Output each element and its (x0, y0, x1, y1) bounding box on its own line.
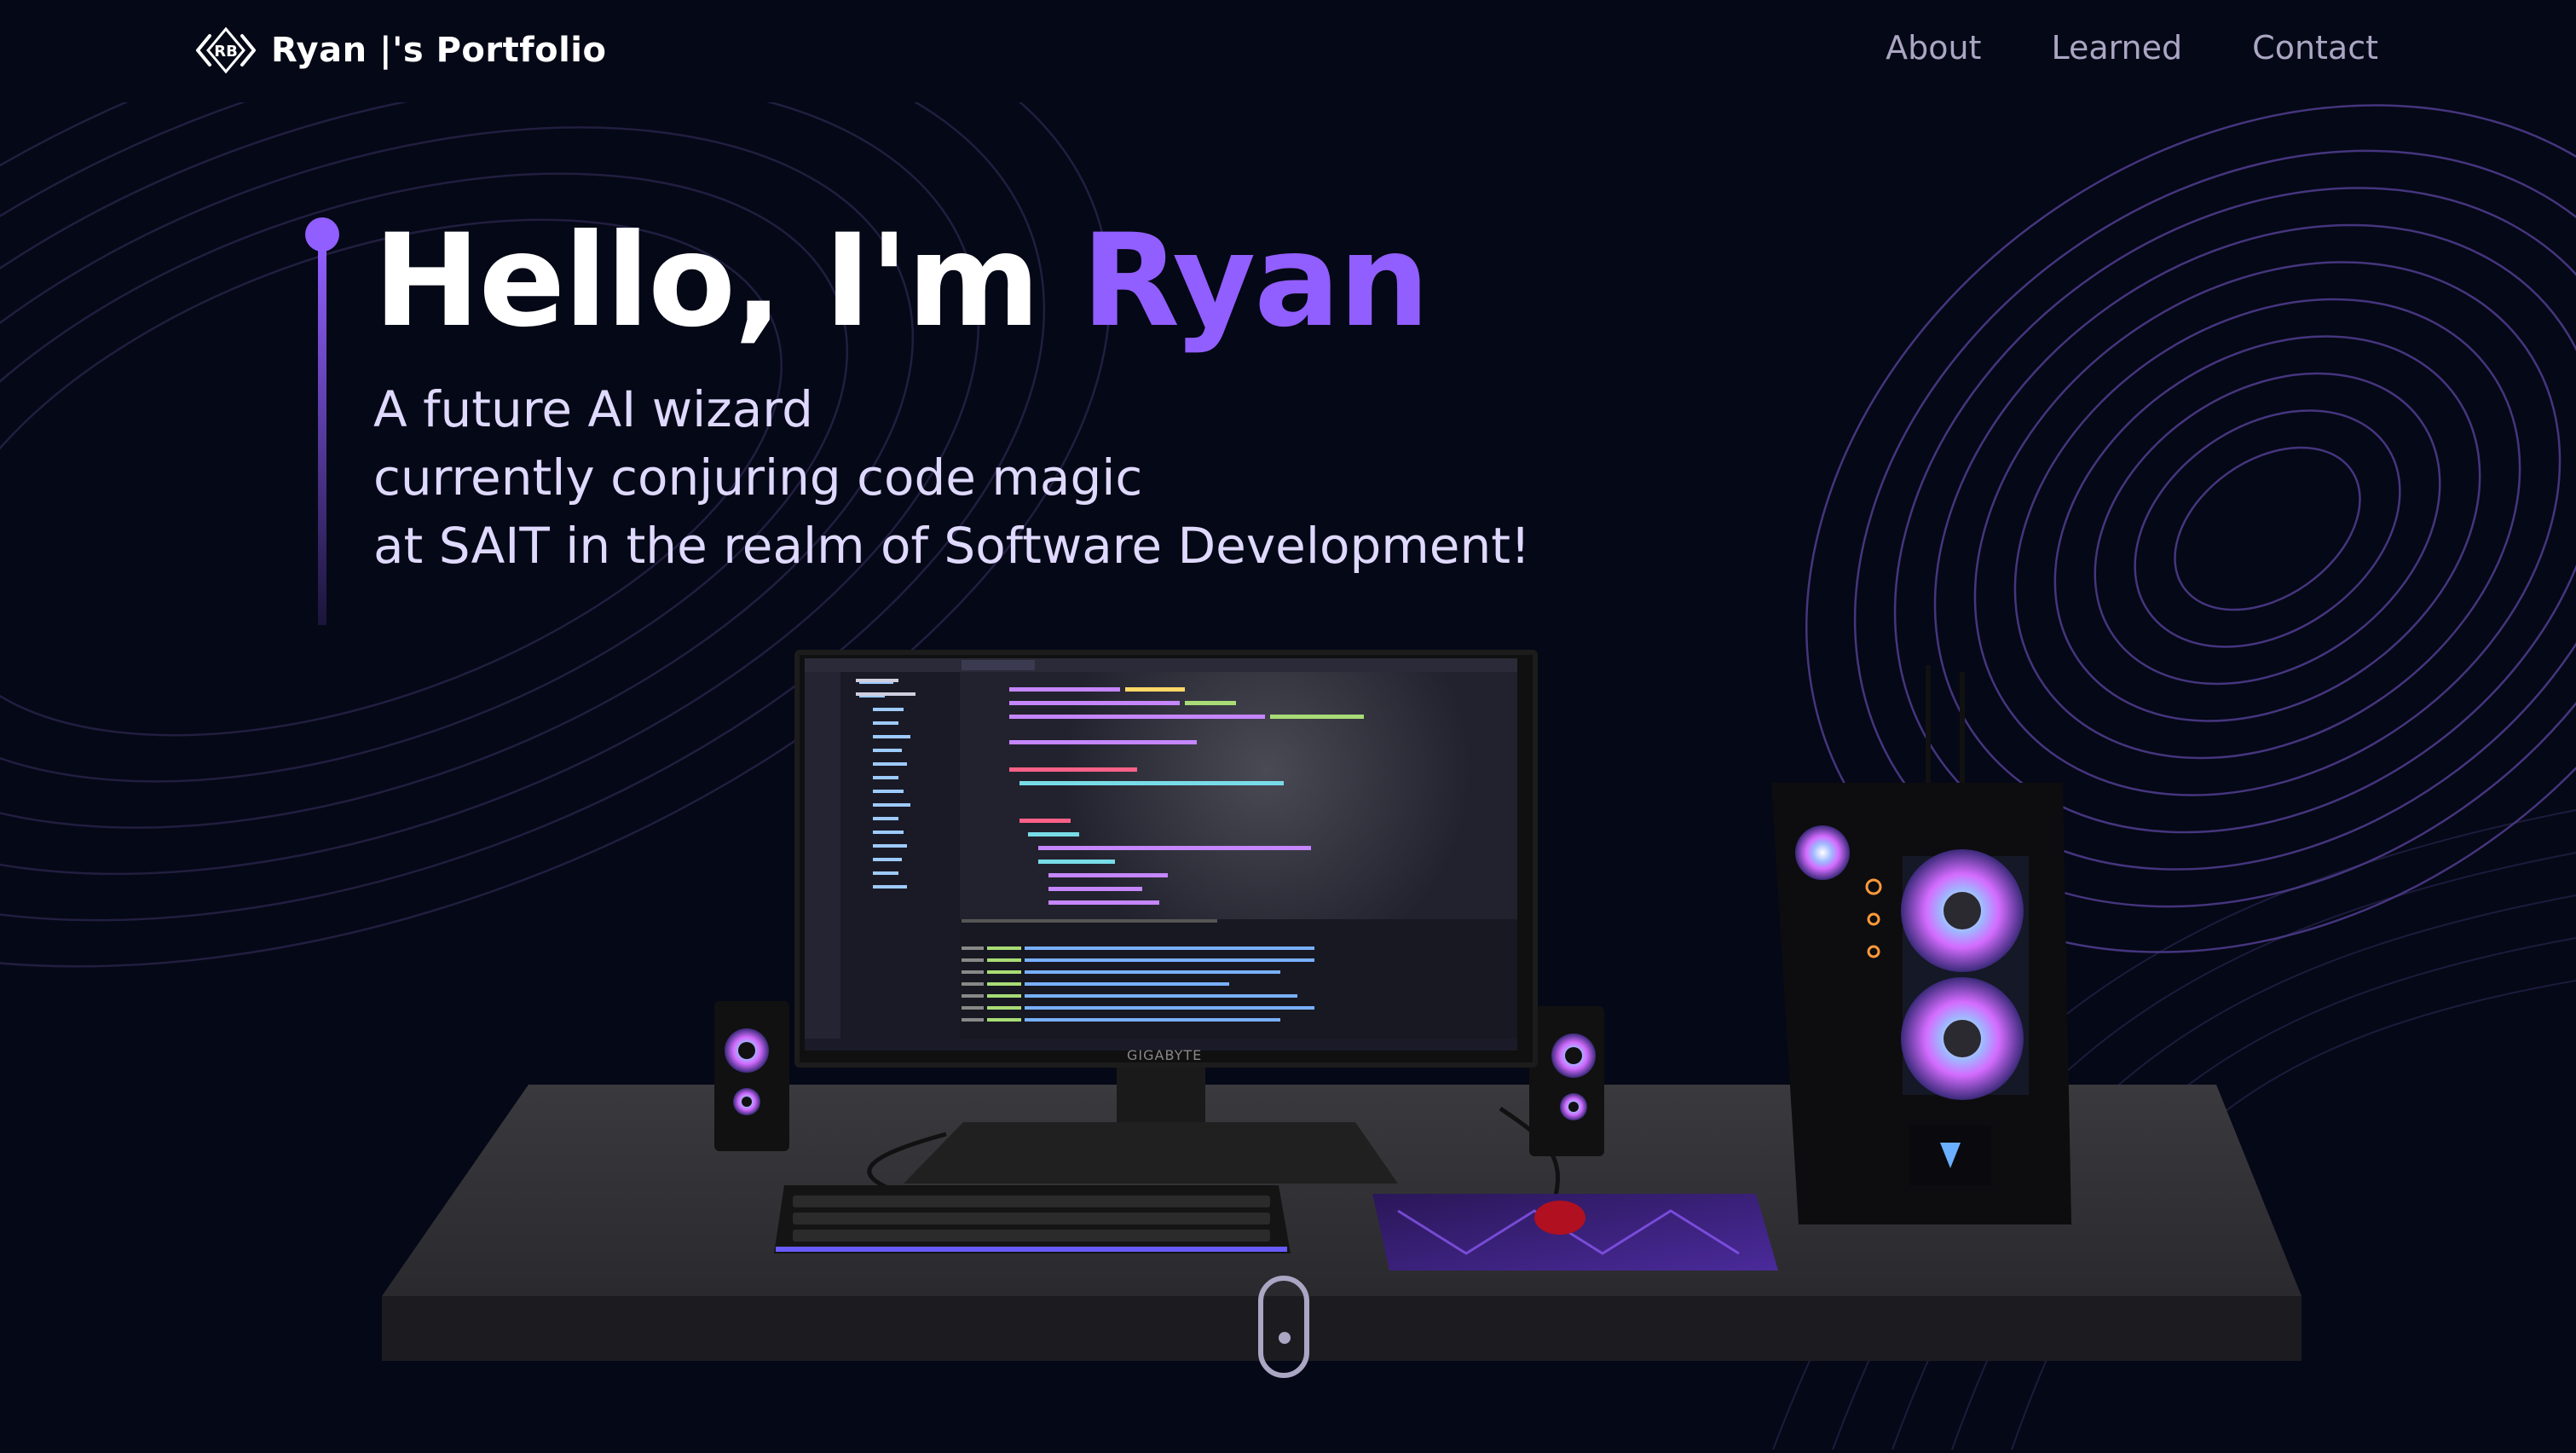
nav-link-about[interactable]: About (1886, 29, 1981, 67)
hero-name: Ryan (1081, 207, 1430, 356)
navbar: RB Ryan |'s Portfolio About Learned Cont… (0, 0, 2576, 102)
hero-subtitle: A future AI wizard currently conjuring c… (373, 375, 1737, 580)
scroll-indicator-icon[interactable] (1258, 1276, 1309, 1378)
scroll-indicator-dot (1279, 1332, 1291, 1344)
desk-edge (382, 1296, 2302, 1361)
brand-name: Ryan |'s Portfolio (271, 31, 607, 70)
editor-code-lines-graphic (805, 658, 1517, 1051)
hero-accent-line (318, 250, 326, 625)
hero-subtitle-line: currently conjuring code magic (373, 449, 1143, 507)
nav-links: About Learned Contact (1886, 29, 2378, 67)
nav-link-contact[interactable]: Contact (2252, 29, 2378, 67)
rb-diamond-logo-icon: RB (196, 26, 256, 74)
home-link[interactable]: RB Ryan |'s Portfolio (194, 24, 607, 77)
monitor-brand-label: GIGABYTE (1127, 1047, 1203, 1063)
hero-accent-dot (305, 217, 339, 252)
nav-link-learned[interactable]: Learned (2051, 29, 2182, 67)
hero-subtitle-line: A future AI wizard (373, 380, 813, 438)
hero-greeting: Hello, I'm (373, 207, 1040, 356)
logo-text: RB (214, 43, 238, 61)
hero-headline: Hello, I'm Ryan (373, 217, 1430, 345)
hero-subtitle-line: at SAIT in the realm of Software Develop… (373, 517, 1531, 575)
